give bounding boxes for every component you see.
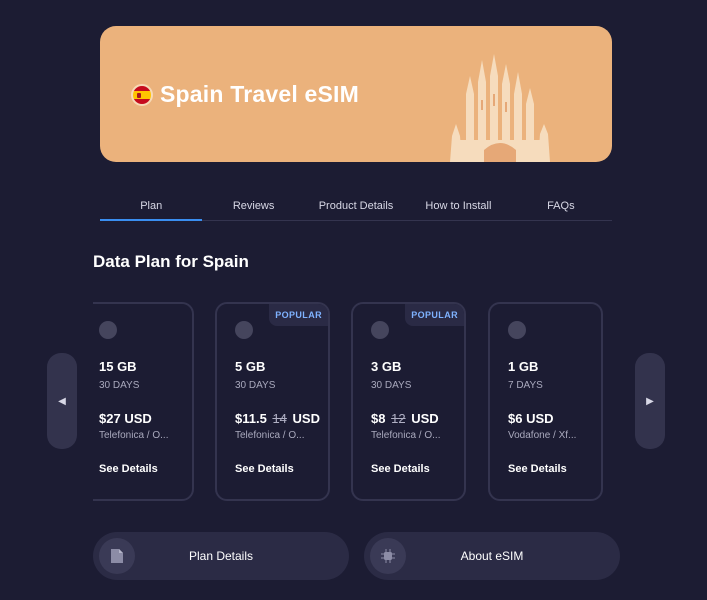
plan-carousel: 15 GB 30 DAYS $27 USD Telefonica / O... … bbox=[93, 302, 613, 502]
spain-flag-icon bbox=[131, 84, 153, 106]
chevron-left-icon: ◀ bbox=[58, 395, 66, 407]
plan-card[interactable]: 15 GB 30 DAYS $27 USD Telefonica / O... … bbox=[93, 302, 194, 501]
plan-card[interactable]: POPULAR 3 GB 30 DAYS $8 12 USD Telefonic… bbox=[351, 302, 466, 501]
plan-carrier: Telefonica / O... bbox=[235, 430, 305, 441]
price-currency: USD bbox=[526, 411, 554, 426]
price-currency: USD bbox=[124, 411, 152, 426]
plan-price: $27 USD bbox=[99, 411, 152, 426]
radio-icon[interactable] bbox=[508, 321, 526, 339]
tab-faqs[interactable]: FAQs bbox=[510, 196, 612, 220]
radio-icon[interactable] bbox=[99, 321, 117, 339]
plan-days: 7 DAYS bbox=[508, 380, 543, 391]
price-value: $8 bbox=[371, 411, 386, 426]
plan-data: 5 GB bbox=[235, 359, 266, 374]
price-currency: USD bbox=[292, 411, 320, 426]
about-esim-button[interactable]: About eSIM bbox=[364, 532, 620, 580]
document-icon bbox=[99, 538, 135, 574]
plan-card[interactable]: POPULAR 5 GB 30 DAYS $11.5 14 USD Telefo… bbox=[215, 302, 330, 501]
plan-details-button[interactable]: Plan Details bbox=[93, 532, 349, 580]
old-price: 12 bbox=[391, 411, 406, 426]
price-value: $6 bbox=[508, 411, 523, 426]
price-currency: USD bbox=[411, 411, 439, 426]
see-details-link[interactable]: See Details bbox=[371, 463, 430, 475]
plan-data: 15 GB bbox=[99, 359, 137, 374]
hero-title: Spain Travel eSIM bbox=[160, 81, 359, 107]
popular-badge: POPULAR bbox=[405, 304, 464, 326]
tab-bar: Plan Reviews Product Details How to Inst… bbox=[100, 196, 612, 221]
radio-icon[interactable] bbox=[371, 321, 389, 339]
sagrada-familia-illustration bbox=[450, 54, 550, 162]
plan-days: 30 DAYS bbox=[99, 380, 140, 391]
section-title: Data Plan for Spain bbox=[93, 252, 249, 271]
plan-price: $6 USD bbox=[508, 411, 554, 426]
plan-price: $8 12 USD bbox=[371, 411, 439, 426]
tab-how-to-install[interactable]: How to Install bbox=[407, 196, 509, 220]
plan-days: 30 DAYS bbox=[371, 380, 412, 391]
plan-carrier: Vodafone / Xf... bbox=[508, 430, 577, 441]
see-details-link[interactable]: See Details bbox=[508, 463, 567, 475]
plan-card[interactable]: 1 GB 7 DAYS $6 USD Vodafone / Xf... See … bbox=[488, 302, 603, 501]
chip-icon bbox=[370, 538, 406, 574]
plan-carrier: Telefonica / O... bbox=[99, 430, 169, 441]
radio-icon[interactable] bbox=[235, 321, 253, 339]
price-value: $27 bbox=[99, 411, 121, 426]
old-price: 14 bbox=[272, 411, 287, 426]
chevron-right-icon: ▶ bbox=[646, 395, 654, 407]
see-details-link[interactable]: See Details bbox=[235, 463, 294, 475]
carousel-prev-button[interactable]: ◀ bbox=[47, 353, 77, 449]
tab-plan[interactable]: Plan bbox=[100, 196, 203, 221]
popular-badge: POPULAR bbox=[269, 304, 328, 326]
plan-days: 30 DAYS bbox=[235, 380, 276, 391]
carousel-next-button[interactable]: ▶ bbox=[635, 353, 665, 449]
plan-data: 3 GB bbox=[371, 359, 402, 374]
tab-reviews[interactable]: Reviews bbox=[202, 196, 304, 220]
plan-data: 1 GB bbox=[508, 359, 539, 374]
hero-banner: Spain Travel eSIM bbox=[100, 26, 612, 162]
price-value: $11.5 bbox=[235, 411, 267, 426]
see-details-link[interactable]: See Details bbox=[99, 463, 158, 475]
plan-carrier: Telefonica / O... bbox=[371, 430, 441, 441]
plan-price: $11.5 14 USD bbox=[235, 411, 320, 426]
tab-product-details[interactable]: Product Details bbox=[305, 196, 407, 220]
